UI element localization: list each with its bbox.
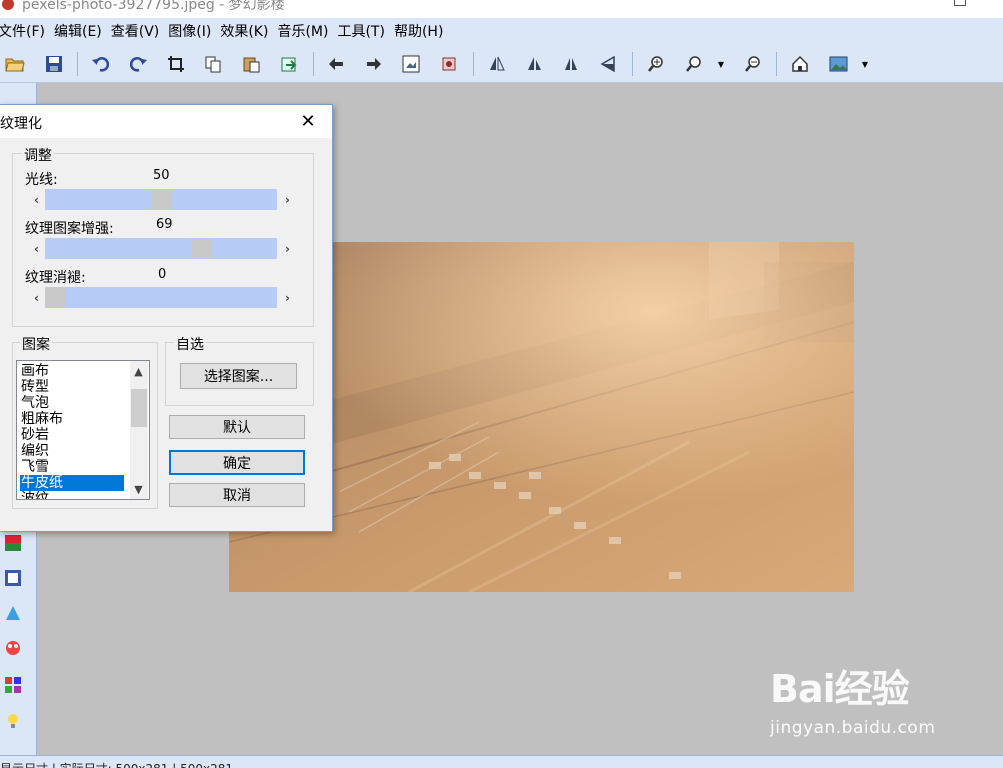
arrow-right-icon[interactable] bbox=[363, 53, 385, 75]
fade-slider-thumb[interactable] bbox=[45, 288, 66, 307]
list-item[interactable]: 飞雪 bbox=[21, 459, 49, 475]
rotate-icon[interactable] bbox=[597, 53, 619, 75]
menu-effects[interactable]: 效果(K) bbox=[220, 21, 277, 41]
status-bar: 显示尺寸 | 实际尺寸: 500x281 | 500x281 bbox=[0, 755, 1003, 768]
image-dropdown-icon[interactable]: ▼ bbox=[861, 53, 869, 75]
list-item[interactable]: 砂岩 bbox=[21, 427, 49, 443]
list-item[interactable]: 气泡 bbox=[21, 395, 49, 411]
zoom-out-icon[interactable] bbox=[742, 53, 764, 75]
maximize-button[interactable] bbox=[954, 0, 966, 6]
home-icon[interactable] bbox=[789, 53, 811, 75]
enhance-label: 纹理图案增强: bbox=[25, 221, 114, 237]
pattern-list-scroll-thumb[interactable] bbox=[131, 389, 147, 427]
watermark-brand: Bai经验 bbox=[770, 667, 910, 711]
enhance-slider-right-icon[interactable]: › bbox=[279, 238, 296, 259]
save-icon[interactable] bbox=[43, 53, 65, 75]
mirror-icon[interactable] bbox=[560, 53, 582, 75]
flip-horizontal-icon[interactable] bbox=[486, 53, 508, 75]
pattern-list[interactable]: 画布 砖型 气泡 粗麻布 砂岩 编织 飞雪 牛皮纸 波纹 ▲ ▼ bbox=[16, 360, 150, 500]
custom-group-label: 自选 bbox=[174, 334, 206, 354]
light-slider-right-icon[interactable]: › bbox=[279, 189, 296, 210]
toolbar: ▼ ▼ bbox=[0, 44, 1003, 83]
list-item[interactable]: 粗麻布 bbox=[21, 411, 63, 427]
light-slider-thumb[interactable] bbox=[150, 190, 172, 209]
fade-slider-left-icon[interactable]: ‹ bbox=[28, 287, 45, 308]
app-icon bbox=[2, 0, 14, 10]
menu-bar: 文件(F) 编辑(E) 查看(V) 图像(I) 效果(K) 音乐(M) 工具(T… bbox=[0, 18, 1003, 44]
actual-size-icon[interactable] bbox=[438, 53, 460, 75]
dialog-title: 纹理化 bbox=[0, 116, 42, 132]
fade-label: 纹理消褪: bbox=[25, 270, 86, 286]
list-item[interactable]: 画布 bbox=[21, 363, 49, 379]
list-item-selected[interactable]: 牛皮纸 bbox=[20, 475, 124, 491]
texturize-dialog: 纹理化 ✕ 调整 光线: 50 ‹ › 纹理图案增强: 69 ‹ › 纹理消褪:… bbox=[0, 104, 333, 532]
export-icon[interactable] bbox=[278, 53, 300, 75]
zoom-icon[interactable] bbox=[683, 53, 705, 75]
enhance-value: 69 bbox=[156, 217, 173, 232]
menu-image[interactable]: 图像(I) bbox=[168, 21, 220, 41]
dialog-title-bar: 纹理化 ✕ bbox=[0, 105, 332, 138]
cancel-button[interactable]: 取消 bbox=[169, 483, 305, 507]
image-icon[interactable] bbox=[828, 53, 850, 75]
ok-button[interactable]: 确定 bbox=[169, 450, 305, 475]
menu-help[interactable]: 帮助(H) bbox=[394, 21, 452, 41]
light-slider-left-icon[interactable]: ‹ bbox=[28, 189, 45, 210]
enhance-slider[interactable]: ‹ › bbox=[28, 238, 296, 259]
close-icon[interactable]: ✕ bbox=[298, 111, 318, 132]
paste-icon[interactable] bbox=[240, 53, 262, 75]
lightbulb-icon[interactable] bbox=[3, 711, 23, 731]
fade-slider-right-icon[interactable]: › bbox=[279, 287, 296, 308]
redo-icon[interactable] bbox=[128, 53, 150, 75]
default-button[interactable]: 默认 bbox=[169, 415, 305, 439]
fade-slider[interactable]: ‹ › bbox=[28, 287, 296, 308]
pattern-list-scrollbar[interactable]: ▲ ▼ bbox=[130, 361, 148, 499]
list-item[interactable]: 砖型 bbox=[21, 379, 49, 395]
chevron-up-icon[interactable]: ▲ bbox=[130, 363, 147, 380]
title-bar: pexels-photo-3927795.jpeg - 梦幻影楼 bbox=[0, 0, 1003, 18]
grid-icon[interactable] bbox=[3, 675, 23, 695]
light-value: 50 bbox=[153, 168, 170, 183]
zoom-dropdown-icon[interactable]: ▼ bbox=[717, 53, 725, 75]
triangle-icon[interactable] bbox=[3, 603, 23, 623]
color-gradient-icon[interactable] bbox=[3, 533, 23, 553]
baidu-watermark: Bai经验 jingyan.baidu.com bbox=[770, 658, 970, 748]
light-slider[interactable]: ‹ › bbox=[28, 189, 296, 210]
crop-icon[interactable] bbox=[165, 53, 187, 75]
choose-pattern-button[interactable]: 选择图案... bbox=[180, 363, 297, 389]
frame-icon[interactable] bbox=[3, 568, 23, 588]
menu-tools[interactable]: 工具(T) bbox=[337, 21, 393, 41]
undo-icon[interactable] bbox=[89, 53, 111, 75]
pattern-group-label: 图案 bbox=[20, 334, 52, 354]
arrow-left-icon[interactable] bbox=[325, 53, 347, 75]
adjust-group-label: 调整 bbox=[22, 145, 54, 165]
enhance-slider-left-icon[interactable]: ‹ bbox=[28, 238, 45, 259]
window-title: pexels-photo-3927795.jpeg - 梦幻影楼 bbox=[22, 0, 285, 13]
list-item[interactable]: 编织 bbox=[21, 443, 49, 459]
light-label: 光线: bbox=[25, 172, 58, 188]
menu-music[interactable]: 音乐(M) bbox=[277, 21, 337, 41]
chevron-down-icon[interactable]: ▼ bbox=[130, 481, 147, 498]
flip-vertical-icon[interactable] bbox=[523, 53, 545, 75]
menu-view[interactable]: 查看(V) bbox=[111, 21, 169, 41]
menu-file[interactable]: 文件(F) bbox=[0, 21, 54, 41]
enhance-slider-thumb[interactable] bbox=[190, 239, 212, 258]
copy-icon[interactable] bbox=[202, 53, 224, 75]
zoom-in-icon[interactable] bbox=[645, 53, 667, 75]
open-folder-icon[interactable] bbox=[4, 53, 26, 75]
list-item[interactable]: 波纹 bbox=[21, 491, 49, 499]
watermark-url: jingyan.baidu.com bbox=[770, 718, 936, 738]
fit-window-icon[interactable] bbox=[400, 53, 422, 75]
menu-edit[interactable]: 编辑(E) bbox=[54, 21, 111, 41]
fade-value: 0 bbox=[158, 267, 167, 282]
cartoon-face-icon[interactable] bbox=[3, 638, 23, 658]
